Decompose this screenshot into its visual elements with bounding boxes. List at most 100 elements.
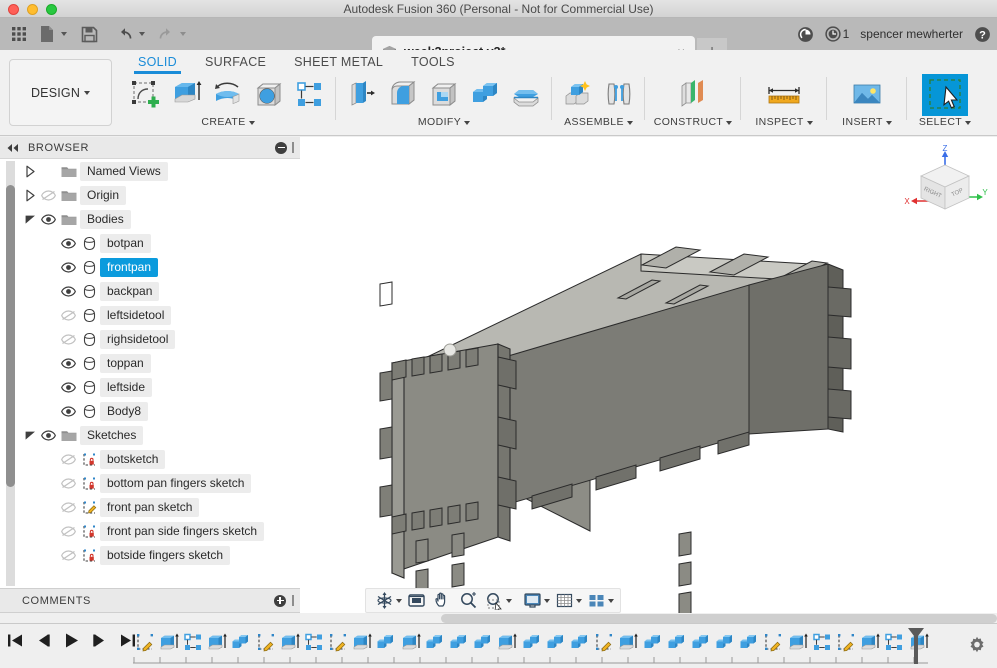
tree-row[interactable]: Body8: [22, 399, 300, 423]
file-menu-caret-icon[interactable]: [61, 32, 67, 36]
timeline-feature-pattern[interactable]: [302, 627, 326, 657]
expand-arrow-icon[interactable]: [22, 189, 38, 202]
grip-icon[interactable]: [292, 142, 294, 153]
design-canvas[interactable]: Z X Y RIGHT TOP: [300, 137, 997, 613]
zoom-window-button[interactable]: [46, 4, 57, 15]
help-icon[interactable]: ?: [974, 26, 991, 43]
insert-image-icon[interactable]: [847, 74, 887, 116]
tree-item-label[interactable]: Bodies: [80, 209, 131, 229]
revolve-icon[interactable]: [208, 74, 248, 116]
timeline-feature-combine[interactable]: [689, 627, 713, 657]
tree-row[interactable]: Origin: [22, 183, 300, 207]
comments-panel-header[interactable]: COMMENTS: [0, 588, 300, 613]
timeline-feature-combine[interactable]: [472, 627, 496, 657]
chevron-down-icon[interactable]: [396, 598, 402, 603]
tab-tools[interactable]: TOOLS: [397, 52, 469, 72]
tree-item-label[interactable]: Body8: [100, 401, 149, 421]
tree-row[interactable]: leftside: [22, 375, 300, 399]
display-settings-icon[interactable]: [520, 590, 544, 612]
chevron-down-icon[interactable]: [506, 598, 512, 603]
timeline-feature-combine[interactable]: [447, 627, 471, 657]
tree-row[interactable]: Sketches: [22, 423, 300, 447]
extension-icon[interactable]: [797, 26, 814, 43]
window-controls[interactable]: [8, 4, 57, 15]
pan-icon[interactable]: [430, 590, 454, 612]
grip-icon[interactable]: [292, 595, 294, 606]
timeline-feature-extrude[interactable]: [157, 627, 181, 657]
timeline-feature-sketch[interactable]: [254, 627, 278, 657]
tree-item-label[interactable]: frontpan: [100, 257, 159, 277]
undo-icon[interactable]: [112, 20, 138, 48]
file-menu-group[interactable]: [34, 20, 67, 48]
timeline-feature-combine[interactable]: [641, 627, 665, 657]
sphere-icon[interactable]: [249, 74, 289, 116]
tree-row[interactable]: bottom pan fingers sketch: [22, 471, 300, 495]
expand-arrow-icon[interactable]: [22, 165, 38, 178]
eye-hidden-icon[interactable]: [58, 525, 78, 537]
display-settings-tool[interactable]: [520, 590, 550, 612]
extrude-icon[interactable]: [167, 74, 207, 116]
workspace-switcher[interactable]: DESIGN: [9, 59, 112, 126]
minus-circle-icon[interactable]: [275, 141, 287, 154]
timeline-feature-extrude[interactable]: [351, 627, 375, 657]
grid-snaps-icon[interactable]: [552, 590, 576, 612]
create-sketch-icon[interactable]: [126, 74, 166, 116]
canvas-scrollbar-thumb[interactable]: [441, 614, 997, 623]
tree-row[interactable]: righsidetool: [22, 327, 300, 351]
collapse-left-icon[interactable]: [6, 143, 20, 153]
timeline-feature-combine[interactable]: [738, 627, 762, 657]
eye-hidden-icon[interactable]: [58, 549, 78, 561]
user-name-label[interactable]: spencer mewherter: [860, 27, 963, 41]
eye-visible-icon[interactable]: [38, 429, 58, 441]
tree-item-label[interactable]: backpan: [100, 281, 160, 301]
pattern-icon[interactable]: [290, 74, 330, 116]
tree-item-label[interactable]: Sketches: [80, 425, 144, 445]
chevron-down-icon[interactable]: [544, 598, 550, 603]
eye-visible-icon[interactable]: [58, 285, 78, 297]
tree-item-label[interactable]: front pan side fingers sketch: [100, 521, 265, 541]
zoom-window-tool[interactable]: [482, 590, 512, 612]
panel-inspect-label[interactable]: INSPECT: [755, 116, 813, 129]
panel-construct-label[interactable]: CONSTRUCT: [654, 116, 733, 129]
eye-hidden-icon[interactable]: [38, 189, 58, 201]
panel-insert-label[interactable]: INSERT: [842, 116, 892, 129]
press-pull-icon[interactable]: [342, 74, 382, 116]
timeline-feature-sketch[interactable]: [762, 627, 786, 657]
timeline-feature-sketch[interactable]: [327, 627, 351, 657]
orbit-tool[interactable]: [372, 590, 402, 612]
eye-hidden-icon[interactable]: [58, 333, 78, 345]
shell-icon[interactable]: [424, 74, 464, 116]
timeline-feature-combine[interactable]: [423, 627, 447, 657]
timeline-feature-sketch[interactable]: [593, 627, 617, 657]
eye-visible-icon[interactable]: [58, 357, 78, 369]
panel-assemble-label[interactable]: ASSEMBLE: [564, 116, 633, 129]
viewports-icon[interactable]: [584, 590, 608, 612]
redo-caret-icon[interactable]: [180, 32, 186, 36]
tree-row[interactable]: Named Views: [22, 159, 300, 183]
panel-create-label[interactable]: CREATE: [201, 116, 255, 129]
timeline-feature-extrude[interactable]: [786, 627, 810, 657]
tree-item-label[interactable]: leftside: [100, 377, 153, 397]
eye-visible-icon[interactable]: [58, 237, 78, 249]
grid-apps-icon[interactable]: [6, 20, 32, 48]
step-back-icon[interactable]: [34, 632, 53, 649]
tab-sheet-metal[interactable]: SHEET METAL: [280, 52, 397, 72]
tree-row[interactable]: Bodies: [22, 207, 300, 231]
panel-modify-label[interactable]: MODIFY: [418, 116, 471, 129]
timeline-feature-combine[interactable]: [714, 627, 738, 657]
timeline-feature-pattern[interactable]: [883, 627, 907, 657]
zoom-icon[interactable]: [456, 590, 480, 612]
browser-scrollbar-thumb[interactable]: [6, 185, 15, 487]
gear-icon[interactable]: [967, 636, 987, 656]
plus-circle-icon[interactable]: [274, 594, 286, 607]
tree-row[interactable]: botsketch: [22, 447, 300, 471]
play-icon[interactable]: [62, 632, 81, 649]
offset-plane-icon[interactable]: [673, 74, 713, 116]
tree-row[interactable]: botside fingers sketch: [22, 543, 300, 567]
timeline-feature-extrude[interactable]: [278, 627, 302, 657]
tree-row[interactable]: toppan: [22, 351, 300, 375]
zoom-window-icon[interactable]: [482, 590, 506, 612]
orbit-icon[interactable]: [372, 590, 396, 612]
eye-hidden-icon[interactable]: [58, 453, 78, 465]
fillet-icon[interactable]: [383, 74, 423, 116]
